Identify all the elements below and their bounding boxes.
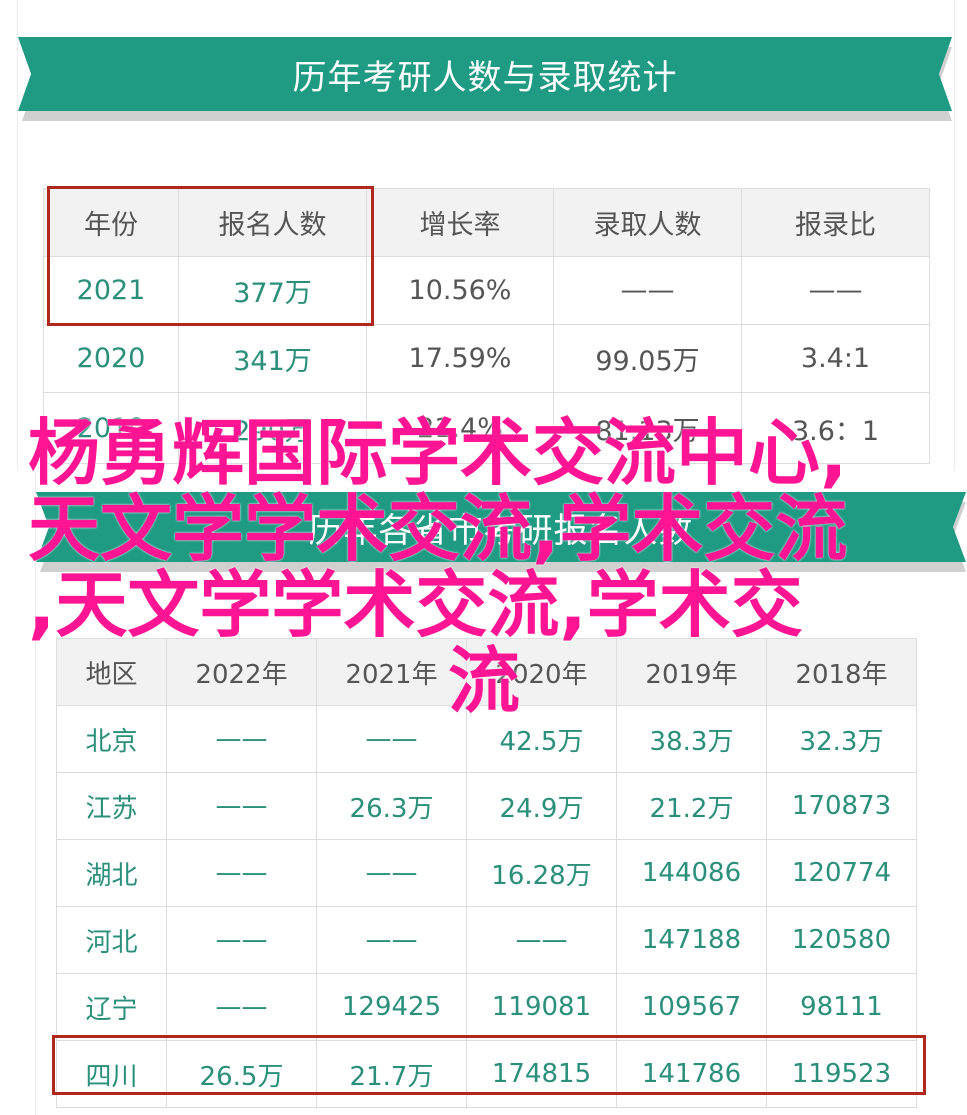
cell-year: 2020 bbox=[43, 324, 179, 393]
cell-year: 2021 bbox=[43, 256, 179, 325]
banner-national-stats: 历年考研人数与录取统计 bbox=[18, 37, 952, 121]
cell-growth: 17.59% bbox=[366, 324, 554, 393]
cell-region: 河北 bbox=[56, 906, 167, 974]
table-header-row: 年份 报名人数 增长率 录取人数 报录比 bbox=[43, 188, 930, 257]
cell-2019: 147188 bbox=[616, 906, 767, 974]
cell-2021: 129425 bbox=[316, 973, 467, 1041]
overlay-watermark-text: 杨勇辉国际学术交流中心, 天文学学术交流,学术交流 ,天文学学术交流,学术交 流 bbox=[28, 415, 928, 719]
cell-2019: 141786 bbox=[616, 1040, 767, 1108]
cell-2020: 119081 bbox=[466, 973, 617, 1041]
cell-applicants: 377万 bbox=[178, 256, 367, 325]
cell-2021: —— bbox=[316, 839, 467, 907]
cell-2020: 174815 bbox=[466, 1040, 617, 1108]
table-row: 湖北 —— —— 16.28万 144086 120774 bbox=[56, 839, 917, 907]
cell-2019: 21.2万 bbox=[616, 772, 767, 840]
cell-2021: —— bbox=[316, 906, 467, 974]
table-row: 江苏 —— 26.3万 24.9万 21.2万 170873 bbox=[56, 772, 917, 840]
cell-2018: 119523 bbox=[766, 1040, 917, 1108]
cell-admitted: 99.05万 bbox=[553, 324, 742, 393]
cell-2018: 98111 bbox=[766, 973, 917, 1041]
cell-2018: 120580 bbox=[766, 906, 917, 974]
cell-2020: —— bbox=[466, 906, 617, 974]
cell-admitted: —— bbox=[553, 256, 742, 325]
table-row: 2020 341万 17.59% 99.05万 3.4:1 bbox=[43, 324, 930, 393]
cell-2019: 109567 bbox=[616, 973, 767, 1041]
banner-title: 历年考研人数与录取统计 bbox=[18, 37, 952, 111]
table-row: 辽宁 —— 129425 119081 109567 98111 bbox=[56, 973, 917, 1041]
header-admitted: 录取人数 bbox=[553, 188, 742, 257]
header-applicants: 报名人数 bbox=[178, 188, 367, 257]
table-row: 四川 26.5万 21.7万 174815 141786 119523 bbox=[56, 1040, 917, 1108]
header-ratio: 报录比 bbox=[741, 188, 930, 257]
header-growth: 增长率 bbox=[366, 188, 554, 257]
cell-ratio: 3.4:1 bbox=[741, 324, 930, 393]
cell-region: 江苏 bbox=[56, 772, 167, 840]
table-row: 2021 377万 10.56% —— —— bbox=[43, 256, 930, 325]
cell-2020: 16.28万 bbox=[466, 839, 617, 907]
cell-2021: 26.3万 bbox=[316, 772, 467, 840]
cell-2022: —— bbox=[166, 839, 317, 907]
cell-region: 四川 bbox=[56, 1040, 167, 1108]
cell-region: 辽宁 bbox=[56, 973, 167, 1041]
cell-2021: 21.7万 bbox=[316, 1040, 467, 1108]
overlay-line: 天文学学术交流,学术交流 bbox=[28, 487, 848, 571]
cell-2020: 24.9万 bbox=[466, 772, 617, 840]
overlay-line: 杨勇辉国际学术交流中心, bbox=[28, 411, 848, 495]
cell-2019: 144086 bbox=[616, 839, 767, 907]
cell-2022: —— bbox=[166, 772, 317, 840]
overlay-line: 流 bbox=[448, 639, 521, 723]
header-year: 年份 bbox=[43, 188, 179, 257]
cell-2022: 26.5万 bbox=[166, 1040, 317, 1108]
cell-2022: —— bbox=[166, 973, 317, 1041]
cell-2018: 170873 bbox=[766, 772, 917, 840]
cell-2018: 120774 bbox=[766, 839, 917, 907]
cell-ratio: —— bbox=[741, 256, 930, 325]
cell-applicants: 341万 bbox=[178, 324, 367, 393]
cell-region: 湖北 bbox=[56, 839, 167, 907]
cell-2022: —— bbox=[166, 906, 317, 974]
cell-growth: 10.56% bbox=[366, 256, 554, 325]
overlay-line: ,天文学学术交流,学术交 bbox=[28, 563, 803, 647]
table-row: 河北 —— —— —— 147188 120580 bbox=[56, 906, 917, 974]
